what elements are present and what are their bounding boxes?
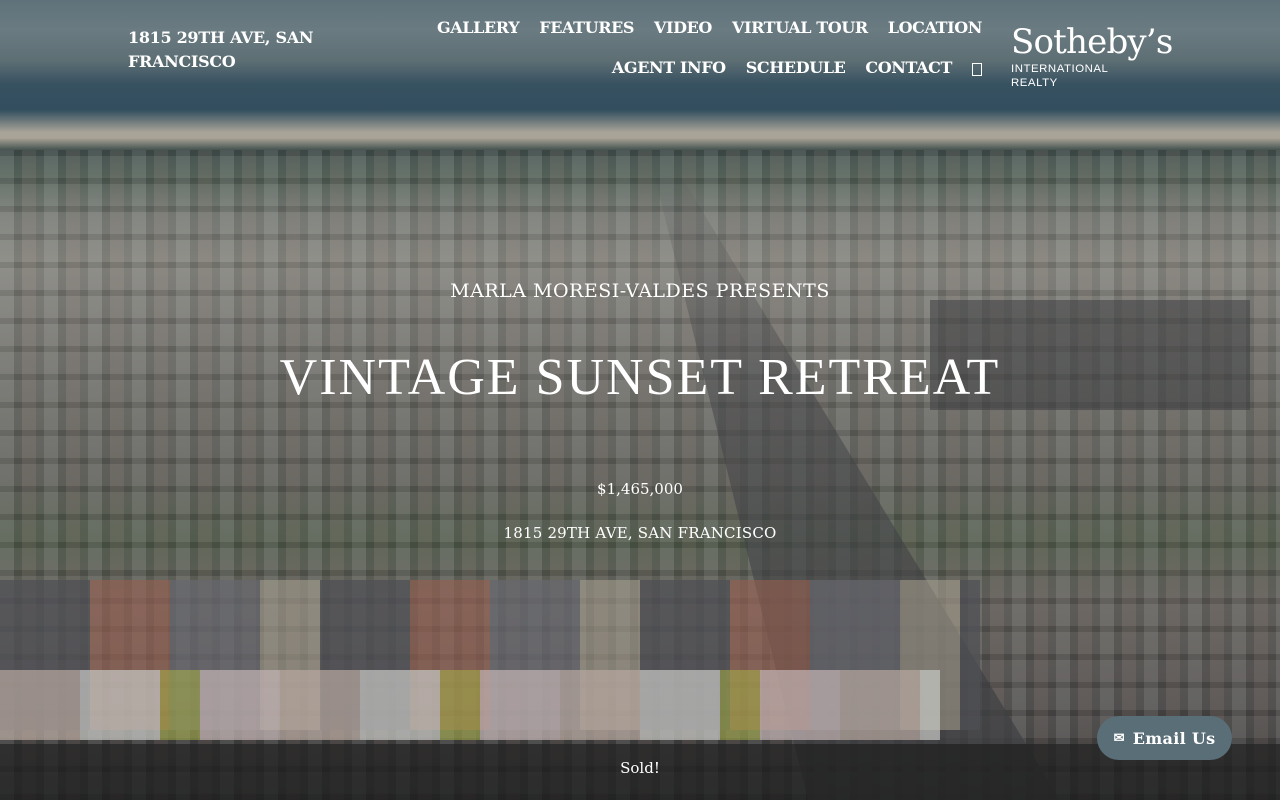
hero-section: MARLA MORESI-VALDES PRESENTS VINTAGE SUN…: [0, 0, 1280, 800]
envelope-icon: ✉: [1113, 730, 1125, 746]
listing-price: $1,465,000: [597, 480, 683, 498]
hero-headline: VINTAGE SUNSET RETREAT: [279, 349, 1001, 406]
email-us-label: Email Us: [1132, 728, 1216, 748]
listing-address: 1815 29TH AVE, SAN FRANCISCO: [503, 524, 777, 542]
hero-presenter: MARLA MORESI-VALDES PRESENTS: [450, 280, 830, 302]
email-us-button[interactable]: ✉ Email Us: [1097, 716, 1232, 760]
status-bar: Sold!: [0, 744, 1280, 800]
status-text: Sold!: [620, 759, 660, 777]
